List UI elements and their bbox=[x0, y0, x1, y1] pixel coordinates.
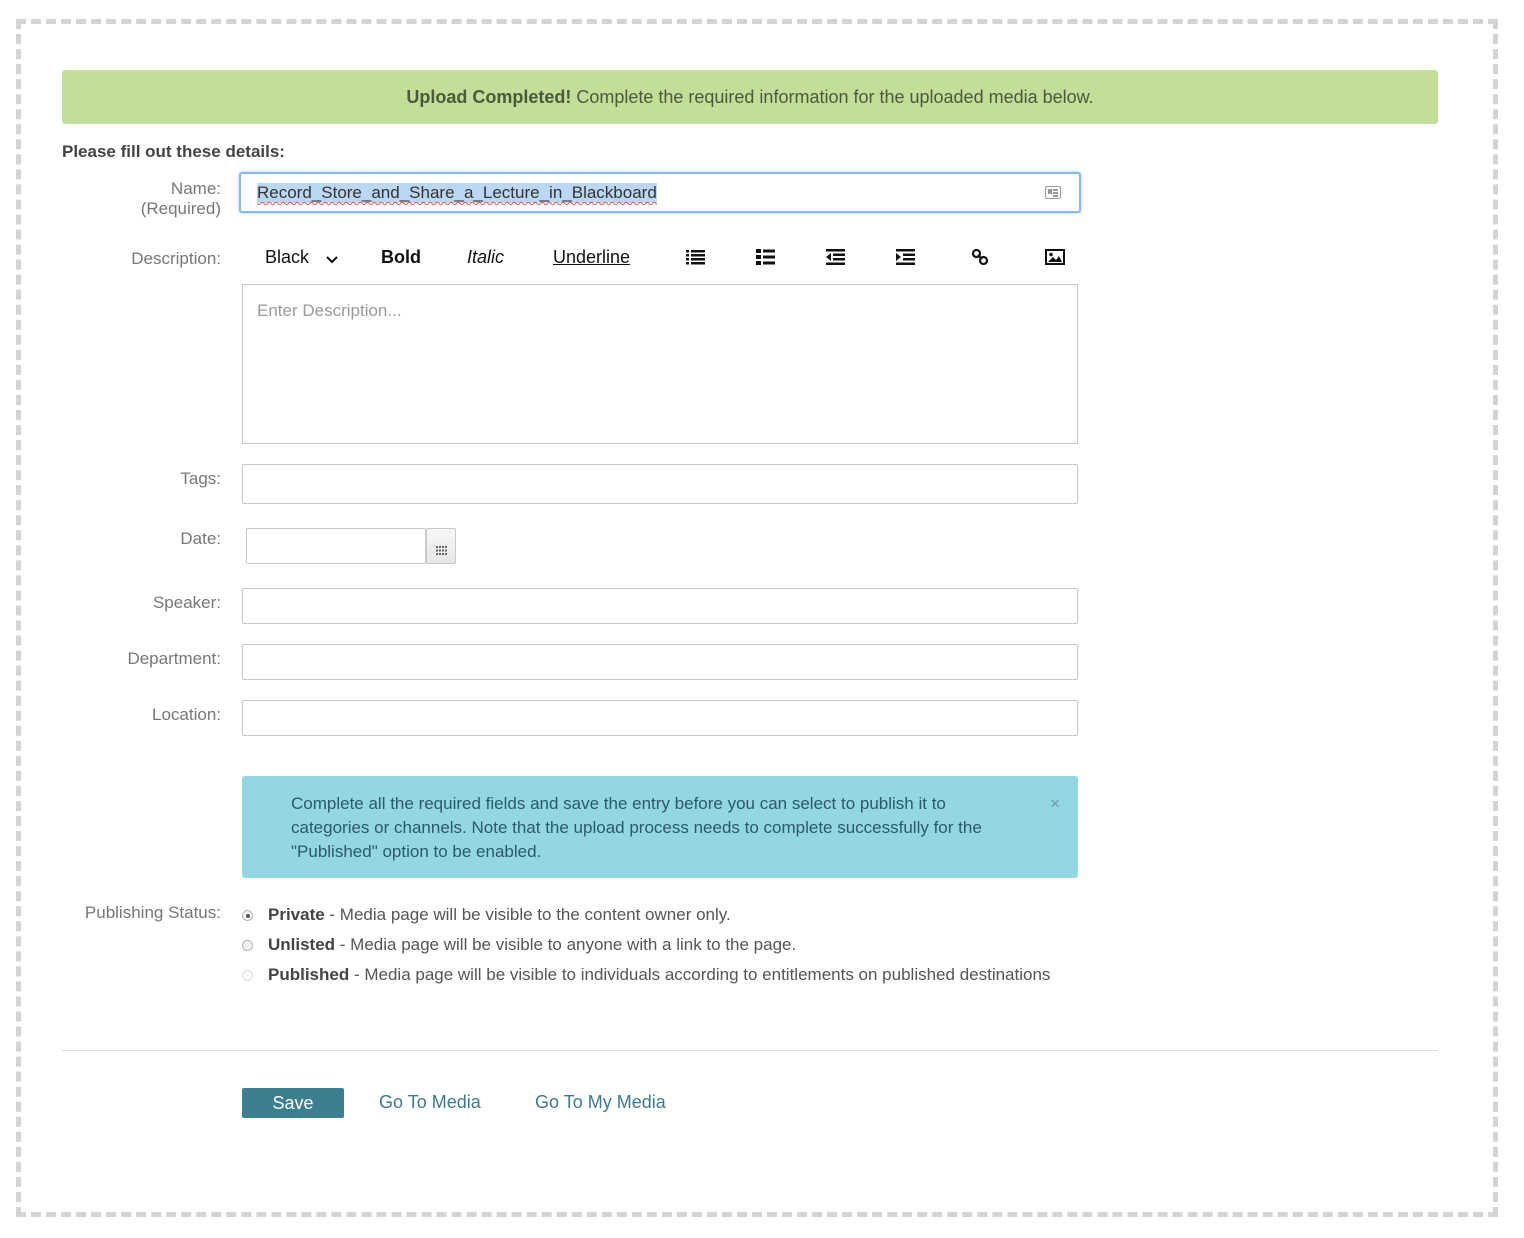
location-label: Location: bbox=[152, 705, 221, 724]
banner-strong: Upload Completed! bbox=[406, 86, 572, 107]
radio-private-button[interactable] bbox=[242, 910, 253, 921]
indent-icon[interactable] bbox=[896, 249, 916, 265]
publish-info-text: Complete all the required fields and sav… bbox=[291, 794, 982, 861]
tags-input[interactable] bbox=[242, 464, 1078, 504]
date-input[interactable] bbox=[246, 528, 426, 564]
link-icon[interactable] bbox=[971, 248, 991, 266]
department-input[interactable] bbox=[242, 644, 1078, 680]
outdent-icon[interactable] bbox=[826, 249, 846, 265]
date-picker-button[interactable] bbox=[426, 528, 456, 564]
contact-card-icon[interactable] bbox=[1045, 186, 1061, 199]
radio-private-name: Private bbox=[268, 905, 325, 924]
description-editor[interactable]: Enter Description... bbox=[242, 284, 1078, 444]
unordered-list-icon[interactable] bbox=[686, 249, 706, 265]
ordered-list-icon[interactable] bbox=[756, 249, 776, 265]
speaker-input[interactable] bbox=[242, 588, 1078, 624]
color-select-value: Black bbox=[265, 247, 310, 267]
description-label: Description: bbox=[131, 249, 221, 268]
date-label: Date: bbox=[180, 529, 221, 548]
italic-button[interactable]: Italic bbox=[467, 245, 504, 269]
close-icon[interactable]: × bbox=[1050, 792, 1060, 816]
radio-unlisted-desc: - Media page will be visible to anyone w… bbox=[335, 935, 797, 954]
radio-unlisted-button[interactable] bbox=[242, 940, 253, 951]
upload-completed-banner: Upload Completed! Complete the required … bbox=[62, 70, 1438, 124]
radio-published-desc: - Media page will be visible to individu… bbox=[349, 965, 1051, 984]
go-to-media-link[interactable]: Go To Media bbox=[379, 1092, 481, 1113]
image-icon[interactable] bbox=[1045, 249, 1065, 265]
location-input[interactable] bbox=[242, 700, 1078, 736]
name-label-text: Name: bbox=[170, 179, 221, 198]
radio-unlisted-name: Unlisted bbox=[268, 935, 336, 954]
form-intro: Please fill out these details: bbox=[62, 142, 285, 161]
chevron-down-icon bbox=[326, 246, 338, 270]
banner-text: Complete the required information for th… bbox=[576, 86, 1094, 107]
name-value: Record_Store_and_Share_a_Lecture_in_Blac… bbox=[257, 183, 657, 203]
calendar-icon bbox=[436, 542, 447, 560]
radio-published-button bbox=[242, 970, 253, 981]
tags-label: Tags: bbox=[180, 469, 221, 488]
bold-button[interactable]: Bold bbox=[381, 245, 421, 269]
form-divider bbox=[62, 1050, 1438, 1051]
underline-button[interactable]: Underline bbox=[553, 245, 630, 269]
save-button[interactable]: Save bbox=[242, 1088, 344, 1118]
speaker-label: Speaker: bbox=[152, 593, 221, 612]
department-label: Department: bbox=[127, 649, 221, 668]
name-required-text: (Required) bbox=[140, 199, 221, 218]
name-input[interactable]: Record_Store_and_Share_a_Lecture_in_Blac… bbox=[239, 172, 1081, 213]
radio-published-name: Published bbox=[268, 965, 350, 984]
name-label: Name: (Required) bbox=[141, 179, 221, 219]
go-to-my-media-link[interactable]: Go To My Media bbox=[535, 1092, 666, 1113]
publish-info-alert: Complete all the required fields and sav… bbox=[242, 776, 1078, 878]
color-select[interactable]: Black bbox=[265, 245, 338, 270]
radio-private-desc: - Media page will be visible to the cont… bbox=[324, 905, 731, 924]
publishing-status-label: Publishing Status: bbox=[84, 903, 221, 922]
description-placeholder: Enter Description... bbox=[257, 301, 402, 320]
